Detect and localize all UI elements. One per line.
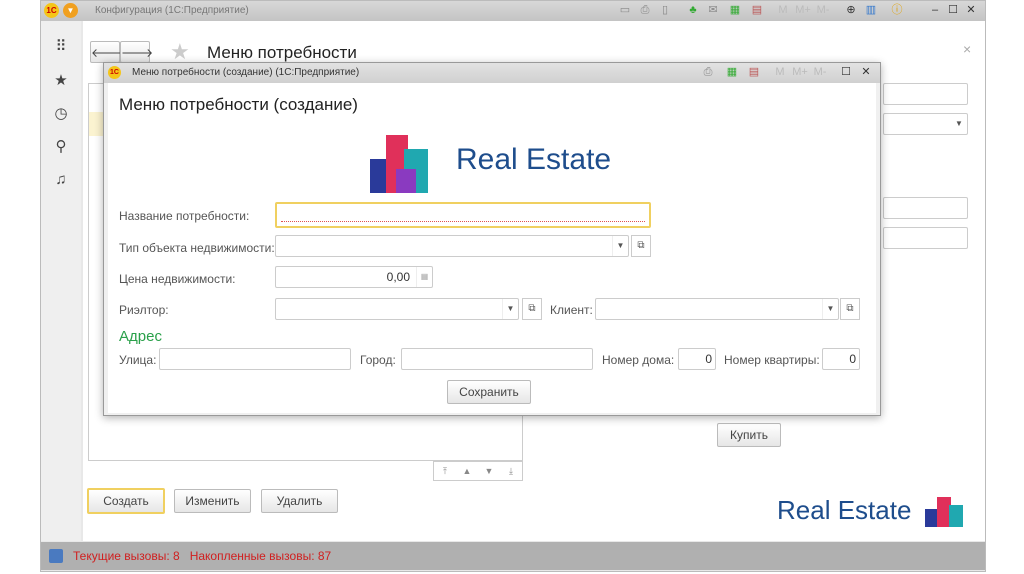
dialog-heading: Меню потребности (создание): [119, 95, 358, 114]
type-open-icon[interactable]: ⧉: [631, 235, 651, 257]
maximize-icon[interactable]: ☐: [947, 4, 959, 17]
panels-icon[interactable]: ▥: [865, 4, 877, 17]
calculator-icon[interactable]: ▦: [416, 267, 432, 287]
title-bar: 1С ▼ Конфигурация (1С:Предприятие) ▭ ⎙ ▯…: [41, 1, 985, 21]
create-button[interactable]: Создать: [87, 488, 165, 514]
apps-grid-icon[interactable]: ⠿: [51, 37, 71, 57]
address-heading: Адрес: [119, 328, 162, 345]
name-label: Название потребности:: [119, 209, 250, 223]
type-select[interactable]: ▼: [275, 235, 629, 257]
delete-button[interactable]: Удалить: [261, 489, 338, 513]
preview-icon[interactable]: ▯: [659, 4, 671, 17]
1c-logo-icon: 1С: [44, 3, 59, 18]
history-icon[interactable]: ◷: [51, 104, 71, 124]
client-label: Клиент:: [550, 303, 593, 317]
search-icon[interactable]: ⚲: [51, 137, 71, 157]
link-icon[interactable]: ♣: [687, 4, 699, 17]
apartment-input[interactable]: 0: [822, 348, 860, 370]
dialog-title-bar: 1С Меню потребности (создание) (1С:Предп…: [104, 63, 880, 83]
favorites-star-icon[interactable]: ★: [51, 71, 71, 91]
scroll-up-icon[interactable]: ▲: [456, 462, 478, 480]
calls-icon: [49, 549, 63, 563]
realtor-select[interactable]: ▼: [275, 298, 519, 320]
chevron-down-icon[interactable]: ▼: [612, 236, 628, 256]
mail-icon[interactable]: ✉: [707, 4, 719, 17]
apartment-label: Номер квартиры:: [724, 353, 820, 367]
current-calls: Текущие вызовы: 8: [73, 549, 180, 563]
right-field-4[interactable]: [883, 227, 968, 249]
page-title: Меню потребности: [207, 43, 357, 62]
calendar-icon[interactable]: ▤: [748, 66, 760, 79]
right-field-3[interactable]: [883, 197, 968, 219]
price-label: Цена недвижимости:: [119, 272, 236, 286]
calculator-icon[interactable]: ▦: [726, 66, 738, 79]
street-input[interactable]: [159, 348, 351, 370]
close-icon[interactable]: ✕: [860, 66, 872, 79]
forward-button[interactable]: 🡒: [120, 41, 153, 63]
menu-dropdown-icon[interactable]: ▼: [63, 3, 78, 18]
minimize-icon[interactable]: –: [929, 4, 941, 17]
brand-logo-icon: [925, 491, 965, 527]
price-value: 0,00: [386, 270, 410, 284]
save-button[interactable]: Сохранить: [447, 380, 531, 404]
city-input[interactable]: [401, 348, 593, 370]
price-input[interactable]: 0,00 ▦: [275, 266, 433, 288]
mem-m-button[interactable]: M: [777, 4, 789, 17]
client-open-icon[interactable]: ⧉: [840, 298, 860, 320]
calculator-icon[interactable]: ▦: [729, 4, 741, 17]
realtor-label: Риэлтор:: [119, 303, 169, 317]
create-dialog: 1С Меню потребности (создание) (1С:Предп…: [103, 62, 881, 416]
window-title: Конфигурация (1С:Предприятие): [95, 5, 249, 16]
zoom-icon[interactable]: ⊕: [845, 4, 857, 17]
realtor-open-icon[interactable]: ⧉: [522, 298, 542, 320]
edit-button[interactable]: Изменить: [174, 489, 251, 513]
page-close-icon[interactable]: ×: [963, 41, 971, 57]
right-field-1[interactable]: [883, 83, 968, 105]
mem-minus-button[interactable]: M-: [815, 4, 831, 17]
dialog-window-title: Меню потребности (создание) (1С:Предприя…: [132, 67, 360, 78]
mem-plus-button[interactable]: M+: [795, 4, 811, 17]
chevron-down-icon[interactable]: ▼: [822, 299, 838, 319]
scroll-top-icon[interactable]: ⤒: [434, 462, 456, 480]
scroll-bottom-icon[interactable]: ⤓: [500, 462, 522, 480]
maximize-icon[interactable]: ☐: [840, 66, 852, 79]
chevron-down-icon[interactable]: ▼: [951, 114, 967, 134]
print-icon[interactable]: ⎙: [702, 66, 714, 79]
scroll-down-icon[interactable]: ▼: [478, 462, 500, 480]
brand-text: Real Estate: [777, 495, 912, 525]
calendar-icon[interactable]: ▤: [751, 4, 763, 17]
info-icon[interactable]: ⓘ: [891, 4, 903, 17]
dialog-body: Меню потребности (создание) Real Estate …: [108, 83, 876, 413]
house-input[interactable]: 0: [678, 348, 716, 370]
city-label: Город:: [360, 353, 396, 367]
back-button[interactable]: 🡐: [90, 41, 123, 63]
brand-logo-icon: [366, 129, 446, 193]
print-icon[interactable]: ⎙: [639, 4, 651, 17]
table-scroll-controls: ⤒ ▲ ▼ ⤓: [433, 461, 523, 481]
house-label: Номер дома:: [602, 353, 675, 367]
chevron-down-icon[interactable]: ▼: [502, 299, 518, 319]
buy-button[interactable]: Купить: [717, 423, 781, 447]
name-input[interactable]: [275, 202, 651, 228]
right-field-2[interactable]: ▼: [883, 113, 968, 135]
required-underline: [281, 221, 645, 222]
close-icon[interactable]: ✕: [965, 4, 977, 17]
status-bar: Текущие вызовы: 8 Накопленные вызовы: 87: [41, 542, 985, 570]
accumulated-calls: Накопленные вызовы: 87: [189, 549, 332, 563]
client-select[interactable]: ▼: [595, 298, 839, 320]
street-label: Улица:: [119, 353, 157, 367]
type-label: Тип объекта недвижимости:: [119, 241, 275, 255]
mem-m-button[interactable]: M: [774, 66, 786, 79]
sidebar: ⠿ ★ ◷ ⚲ ♫: [41, 21, 81, 541]
1c-logo-icon: 1С: [108, 66, 121, 79]
brand-text: Real Estate: [456, 143, 612, 176]
save-icon[interactable]: ▭: [619, 4, 631, 17]
notifications-bell-icon[interactable]: ♫: [51, 171, 71, 191]
mem-minus-button[interactable]: M-: [812, 66, 828, 79]
mem-plus-button[interactable]: M+: [792, 66, 808, 79]
